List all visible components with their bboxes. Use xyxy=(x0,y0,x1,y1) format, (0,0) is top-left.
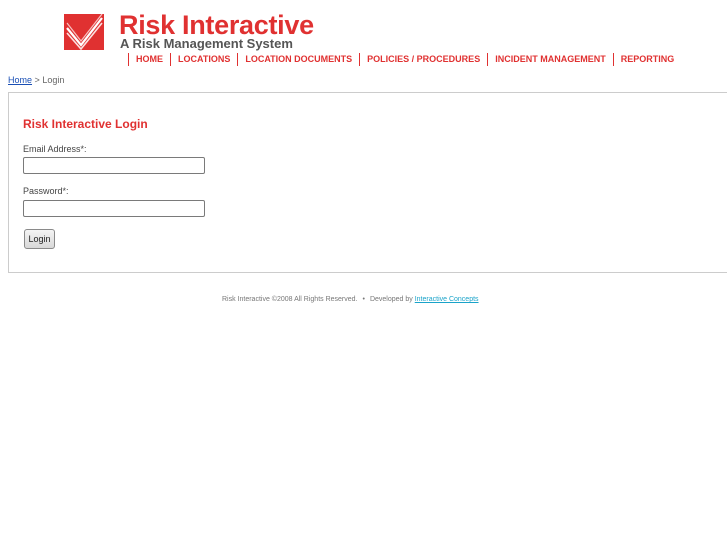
main-nav: HOME LOCATIONS LOCATION DOCUMENTS POLICI… xyxy=(128,53,681,66)
nav-item-home[interactable]: HOME xyxy=(129,53,171,66)
breadcrumb-separator: > xyxy=(34,75,40,85)
breadcrumb: Home > Login xyxy=(8,75,64,85)
footer-developer-link[interactable]: Interactive Concepts xyxy=(415,296,479,303)
footer-developed-by: Developed by xyxy=(369,296,413,303)
nav-item-reporting[interactable]: REPORTING xyxy=(614,53,682,66)
login-panel: Risk Interactive Login Email Address*: P… xyxy=(8,92,727,273)
page: Risk Interactive A Risk Management Syste… xyxy=(0,0,727,545)
password-label: Password*: xyxy=(23,186,69,196)
footer-copyright: Risk Interactive ©2008 All Rights Reserv… xyxy=(222,296,358,303)
footer: Risk Interactive ©2008 All Rights Reserv… xyxy=(222,296,479,303)
check-chevron-logo-icon xyxy=(64,14,104,50)
nav-item-incident-management[interactable]: INCIDENT MANAGEMENT xyxy=(488,53,614,66)
brand-tagline: A Risk Management System xyxy=(120,36,293,51)
nav-item-locations[interactable]: LOCATIONS xyxy=(171,53,239,66)
breadcrumb-current: Login xyxy=(42,75,65,85)
email-field[interactable] xyxy=(23,157,205,174)
breadcrumb-home-link[interactable]: Home xyxy=(8,75,32,85)
nav-item-policies-procedures[interactable]: POLICIES / PROCEDURES xyxy=(360,53,489,66)
login-button[interactable]: Login xyxy=(24,229,55,249)
email-label: Email Address*: xyxy=(23,144,87,154)
footer-separator: • xyxy=(362,296,365,303)
login-title: Risk Interactive Login xyxy=(23,117,148,131)
nav-item-location-documents[interactable]: LOCATION DOCUMENTS xyxy=(238,53,361,66)
password-field[interactable] xyxy=(23,200,205,217)
